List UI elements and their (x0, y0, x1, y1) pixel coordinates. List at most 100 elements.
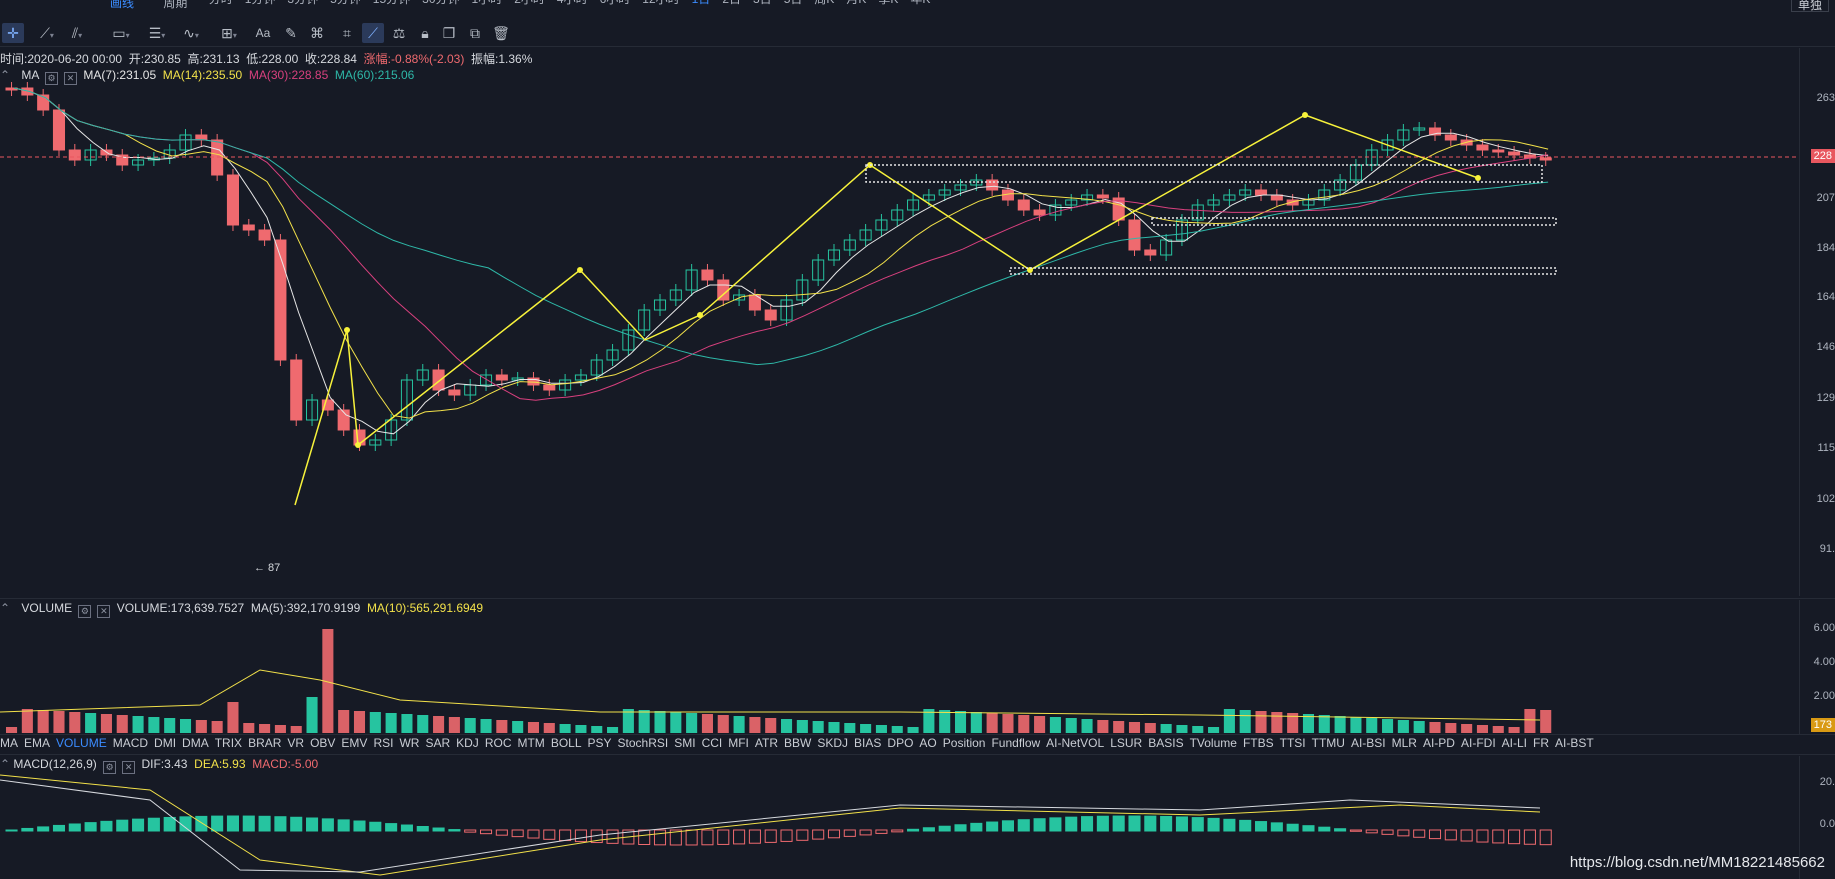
close-icon[interactable]: ✕ (97, 605, 111, 618)
volume-bar (464, 718, 476, 733)
volume-bar (195, 720, 207, 733)
macd-bar (1144, 815, 1157, 832)
volume-bar (21, 709, 33, 733)
macd-bar (1302, 825, 1315, 832)
price-tick: 115 (1817, 442, 1835, 454)
current-volume-badge: 173 (1810, 718, 1835, 732)
volume-bar (828, 722, 840, 733)
indicator-tab[interactable]: FTBS (1243, 736, 1274, 750)
volume-bar (1018, 715, 1030, 733)
volume-bar (1318, 715, 1330, 733)
indicator-tab[interactable]: OBV (310, 736, 335, 750)
indicator-tab[interactable]: SMI (674, 736, 695, 750)
volume-bar (385, 713, 397, 733)
volume-bar (259, 724, 271, 733)
close-icon[interactable]: ✕ (122, 761, 136, 774)
indicator-tab[interactable]: DPO (887, 736, 913, 750)
indicator-tab[interactable]: BASIS (1148, 736, 1183, 750)
indicator-tab[interactable]: AI-NetVOL (1046, 736, 1104, 750)
candle-body (290, 359, 303, 421)
indicator-tab[interactable]: SAR (425, 736, 450, 750)
macd-bar (653, 829, 667, 846)
indicator-tab[interactable]: MLR (1392, 736, 1417, 750)
indicator-tab[interactable]: SKDJ (817, 736, 848, 750)
indicator-tab[interactable]: EMA (24, 736, 50, 750)
volume-bar (496, 720, 508, 733)
indicator-tab[interactable]: DMI (154, 736, 176, 750)
indicator-tab[interactable]: VOLUME (56, 736, 107, 750)
candle-body (1444, 134, 1457, 141)
indicator-tab[interactable]: AO (919, 736, 936, 750)
macd-legend: ⌃ MACD(12,26,9) ⚙ ✕ DIF:3.43 DEA:5.93 MAC… (0, 757, 319, 774)
macd-dif: DIF:3.43 (141, 757, 188, 771)
indicator-tab[interactable]: EMV (341, 736, 367, 750)
indicator-tab[interactable]: AI-PD (1423, 736, 1455, 750)
indicator-tab[interactable]: MACD (113, 736, 148, 750)
indicator-tab[interactable]: MTM (517, 736, 544, 750)
volume-axis: 6.00 4.00 2.00 173 (1799, 600, 1835, 734)
macd-bar (938, 825, 951, 832)
volume-bar (638, 710, 650, 733)
macd-bar (116, 819, 129, 832)
volume-bar (274, 725, 286, 733)
indicator-tab[interactable]: ATR (755, 736, 778, 750)
settings-icon[interactable]: ⚙ (103, 761, 117, 774)
candle-body (495, 374, 508, 381)
macd-bar (306, 817, 319, 832)
volume-bar (749, 717, 761, 733)
indicator-tab[interactable]: LSUR (1110, 736, 1142, 750)
macd-bar (574, 829, 587, 843)
candle-body (986, 179, 999, 191)
volume-tick: 6.00 (1813, 622, 1835, 634)
macd-bar (1428, 829, 1442, 840)
indicator-tab[interactable]: AI-FDI (1461, 736, 1496, 750)
indicator-tab[interactable]: StochRSI (618, 736, 669, 750)
indicator-tab[interactable]: BRAR (248, 736, 281, 750)
indicator-tab[interactable]: ROC (485, 736, 512, 750)
indicator-tab[interactable]: BOLL (551, 736, 582, 750)
macd-bar (1160, 815, 1173, 832)
indicator-tab[interactable]: WR (399, 736, 419, 750)
volume-bar (1002, 714, 1014, 733)
volume-bar (607, 727, 619, 733)
indicator-tab[interactable]: KDJ (456, 736, 479, 750)
volume-bar (1049, 717, 1061, 733)
indicator-tab[interactable]: VR (287, 736, 304, 750)
macd-bar (780, 829, 793, 842)
volume-bar (1239, 710, 1251, 733)
indicator-tab[interactable]: AI-LI (1502, 736, 1527, 750)
volume-bar (954, 711, 967, 733)
indicator-tab[interactable]: Position (943, 736, 986, 750)
indicator-tab[interactable]: BIAS (854, 736, 881, 750)
volume-bar (591, 726, 603, 733)
volume-bar (353, 711, 366, 733)
candle-body (1254, 189, 1268, 196)
indicator-tab[interactable]: TVolume (1190, 736, 1237, 750)
macd-bar (986, 821, 999, 832)
arrow-head (577, 267, 583, 273)
indicator-tab[interactable]: TTMU (1312, 736, 1345, 750)
candle-body (701, 269, 714, 281)
indicator-tab[interactable]: TTSI (1280, 736, 1306, 750)
indicator-tab[interactable]: BBW (784, 736, 811, 750)
indicator-tab[interactable]: PSY (588, 736, 612, 750)
settings-icon[interactable]: ⚙ (78, 605, 92, 618)
indicator-tab[interactable]: RSI (373, 736, 393, 750)
indicator-tab[interactable]: AI-BSI (1351, 736, 1386, 750)
candle-body (1096, 194, 1109, 199)
price-axis[interactable]: 263 228 207 184 164 146 129 115 102 91. (1799, 48, 1835, 596)
indicator-tab[interactable]: FR (1533, 736, 1549, 750)
indicator-tab[interactable]: TRIX (215, 736, 242, 750)
volume-bar (401, 714, 413, 733)
indicator-tab[interactable]: Fundflow (991, 736, 1040, 750)
macd-bar (1381, 829, 1394, 835)
indicator-tab[interactable]: MFI (728, 736, 749, 750)
indicator-tab[interactable]: AI-BST (1555, 736, 1594, 750)
indicator-tab[interactable]: CCI (702, 736, 723, 750)
macd-value: MACD:-5.00 (252, 757, 319, 771)
indicator-tab[interactable]: MA (0, 736, 18, 750)
indicator-tab[interactable]: DMA (182, 736, 209, 750)
volume-label: VOLUME (21, 601, 73, 615)
candle-body (432, 369, 445, 391)
volume-bar (670, 712, 682, 733)
